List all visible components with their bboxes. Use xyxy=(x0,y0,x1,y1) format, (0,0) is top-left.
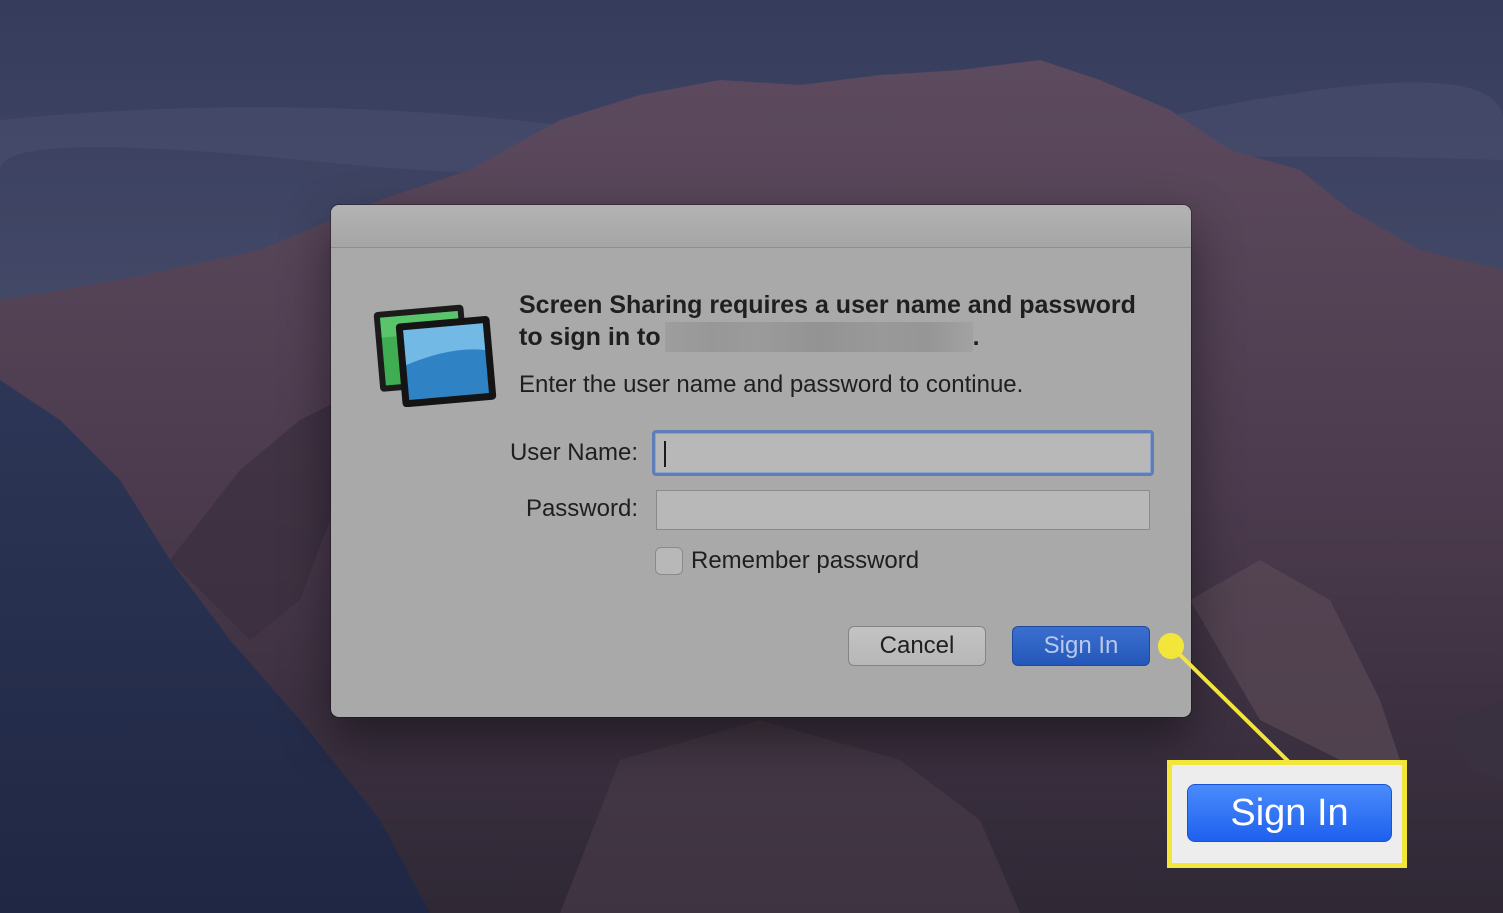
username-label: User Name: xyxy=(509,439,638,466)
username-field[interactable] xyxy=(652,430,1154,476)
dialog-headline: Screen Sharing requires a user name and … xyxy=(519,289,1159,353)
sign-in-dialog: Screen Sharing requires a user name and … xyxy=(331,205,1191,717)
callout-zoom-box: Sign In xyxy=(1167,760,1407,868)
headline-suffix: . xyxy=(972,323,980,351)
dialog-subtext: Enter the user name and password to cont… xyxy=(519,371,1024,398)
cancel-button[interactable]: Cancel xyxy=(848,626,986,666)
sign-in-button[interactable]: Sign In xyxy=(1012,626,1150,666)
redacted-host xyxy=(664,322,973,352)
remember-password-label[interactable]: Remember password xyxy=(691,546,919,576)
remember-password-checkbox[interactable] xyxy=(655,547,683,575)
password-label: Password: xyxy=(525,495,638,522)
password-field[interactable] xyxy=(656,490,1150,530)
callout-sign-in-button: Sign In xyxy=(1187,784,1392,842)
text-caret xyxy=(664,441,666,467)
dialog-titlebar[interactable] xyxy=(331,205,1191,248)
screen-sharing-icon xyxy=(373,301,497,408)
callout-dot xyxy=(1158,633,1184,659)
